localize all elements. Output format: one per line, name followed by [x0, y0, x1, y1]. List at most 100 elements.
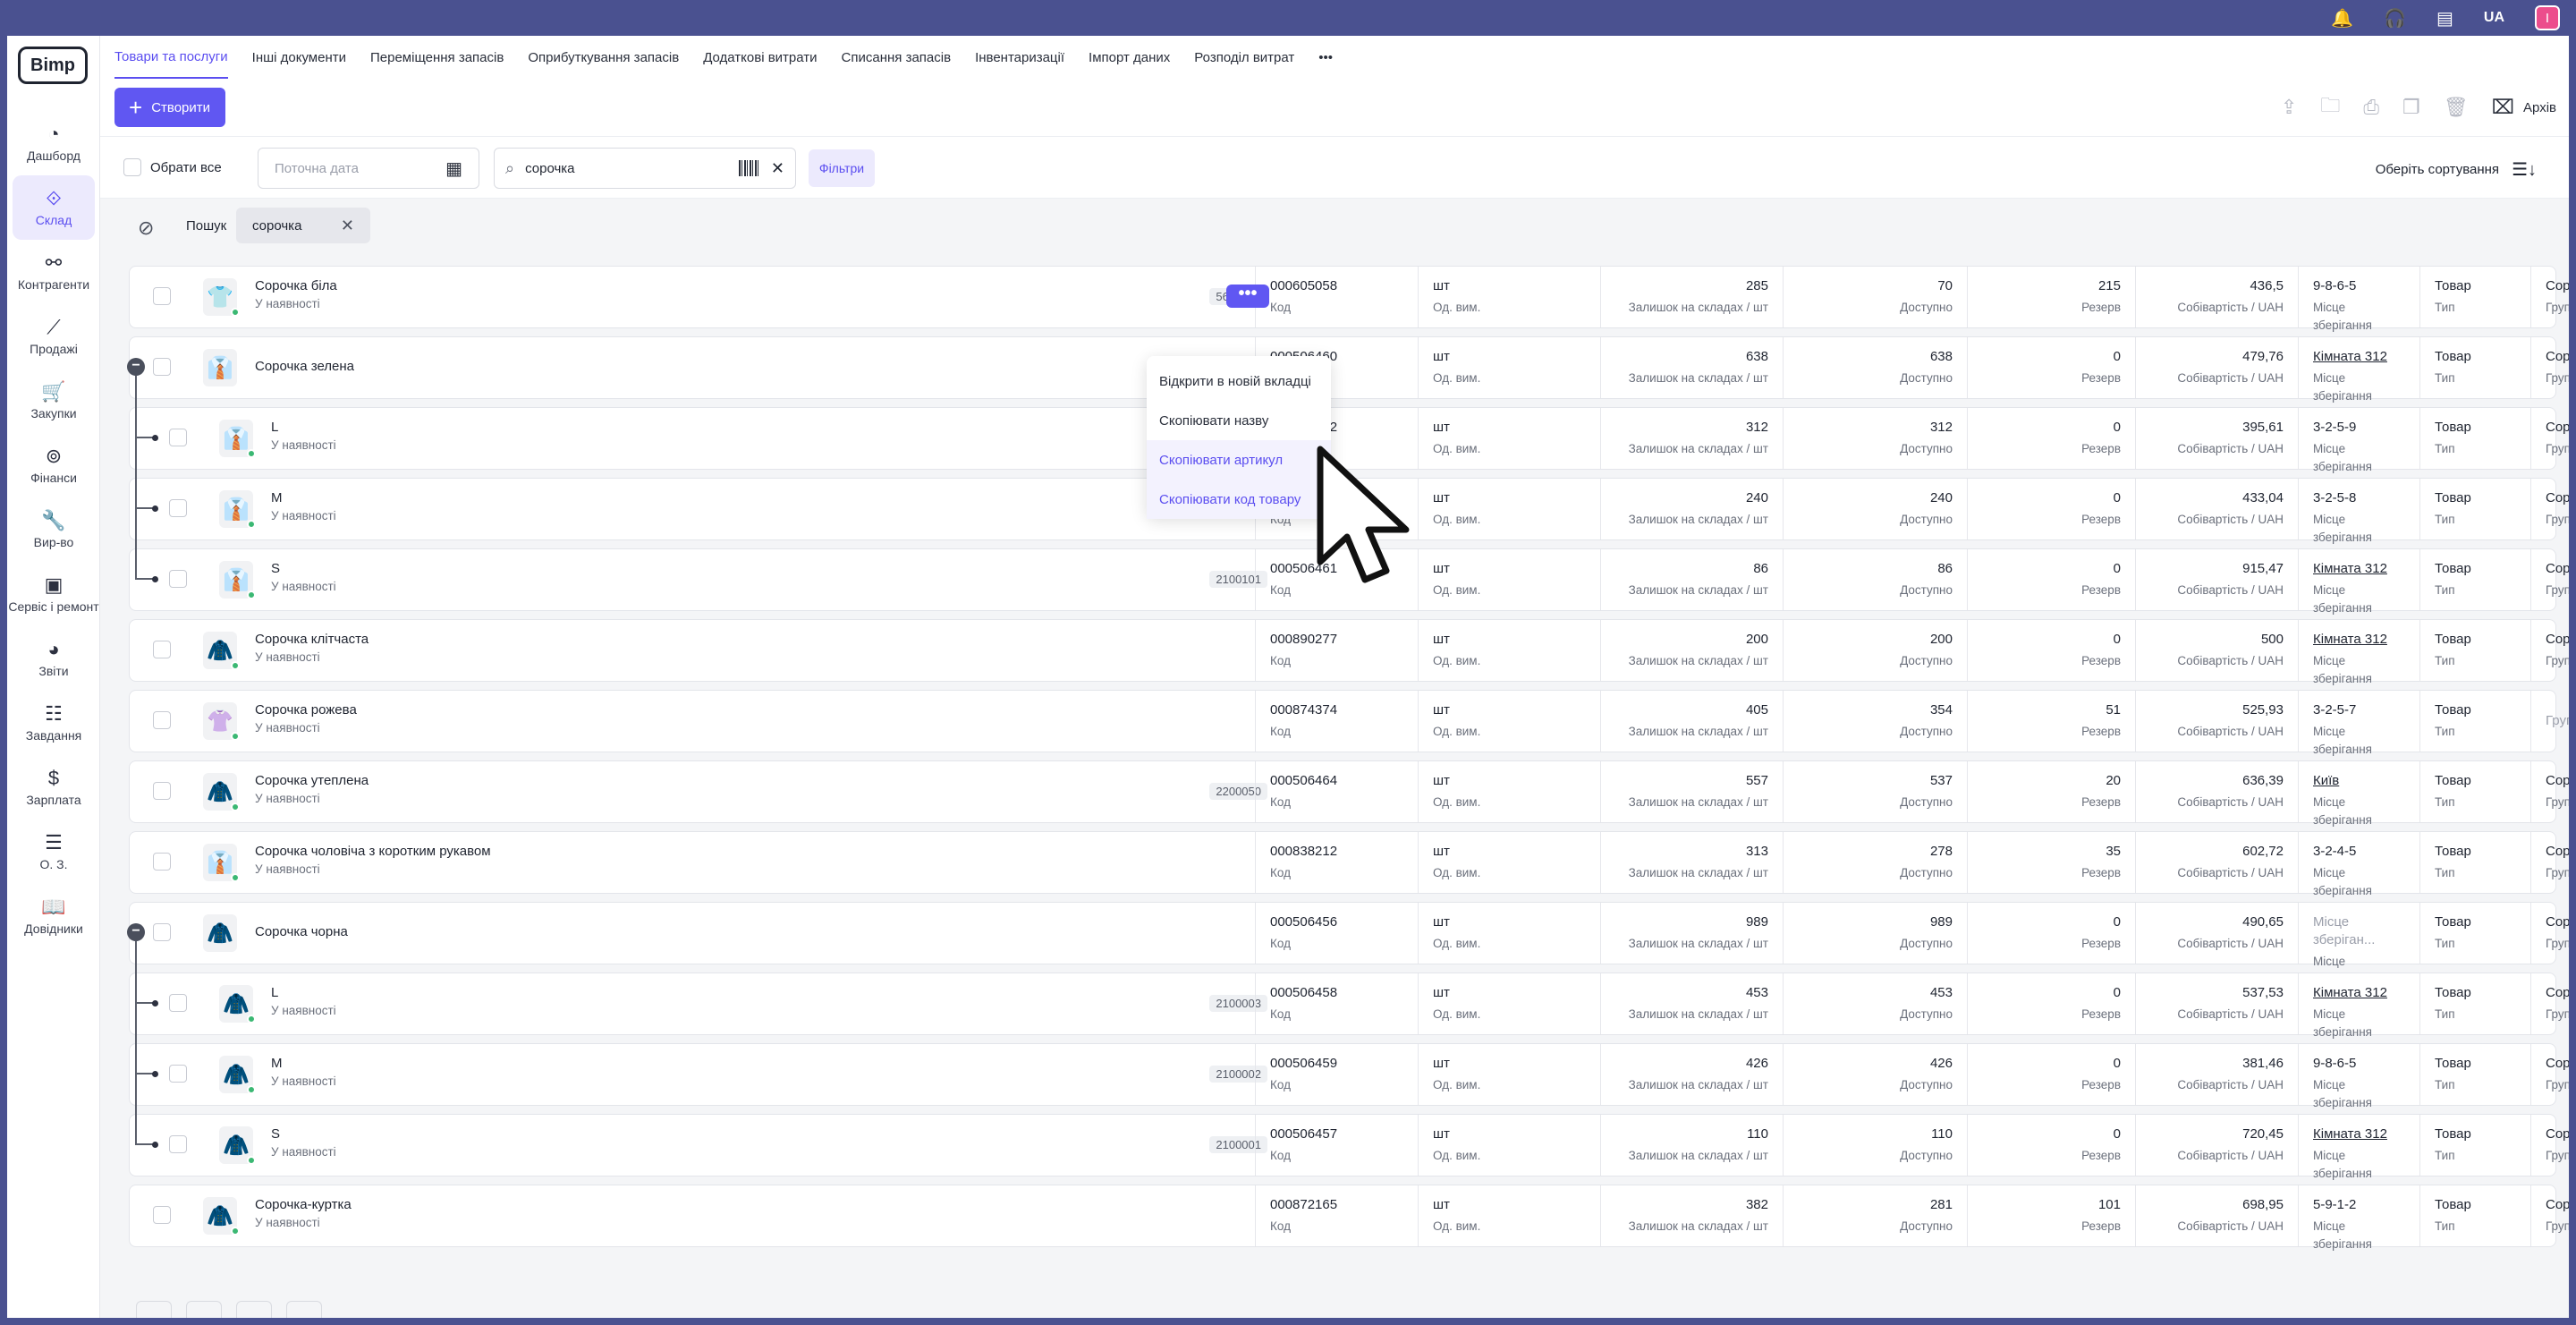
row-checkbox[interactable]: [153, 782, 171, 800]
row-checkbox[interactable]: [169, 994, 187, 1012]
context-menu-item[interactable]: Відкрити в новій вкладці: [1147, 361, 1331, 401]
sidebar-item-3[interactable]: ⟋ Продажі: [7, 304, 100, 369]
row-checkbox[interactable]: [153, 853, 171, 871]
tab-6[interactable]: Інвентаризації: [975, 36, 1064, 79]
filter-chip[interactable]: сорочка ✕: [236, 208, 370, 243]
first-page-button[interactable]: [136, 1301, 172, 1318]
cell-location-value[interactable]: 5-9-1-2: [2313, 1196, 2405, 1214]
trash-icon[interactable]: 🗑: [2444, 96, 2469, 119]
sidebar-item-9[interactable]: ☷ Завдання: [7, 691, 100, 755]
product-name[interactable]: M У наявності: [271, 490, 336, 522]
select-all-checkbox[interactable]: [123, 158, 141, 176]
sidebar-item-4[interactable]: 🛒 Закупки: [7, 369, 100, 433]
sidebar-item-8[interactable]: ◕ Звіти: [7, 626, 100, 691]
table-row[interactable]: 🧥 Сорочка утеплена У наявності 2200050 00050…: [129, 760, 2569, 827]
product-name[interactable]: Сорочка зелена: [255, 359, 354, 374]
product-name[interactable]: Сорочка біла У наявності: [255, 278, 337, 310]
table-row[interactable]: 🧥 S У наявності 2100001 000506457 Код шт Од. ви…: [129, 1114, 2569, 1180]
row-checkbox[interactable]: [169, 429, 187, 446]
cell-location-value[interactable]: Київ: [2313, 772, 2405, 790]
barcode-icon[interactable]: [738, 160, 760, 176]
remove-chip-icon[interactable]: ✕: [341, 217, 354, 235]
logo[interactable]: Bimp: [18, 47, 88, 84]
cell-location-value[interactable]: 3-2-5-9: [2313, 419, 2405, 437]
cell-location-value[interactable]: 9-8-6-5: [2313, 277, 2405, 295]
row-checkbox[interactable]: [169, 1135, 187, 1153]
cell-location-value[interactable]: Кімната 312: [2313, 631, 2405, 649]
avatar[interactable]: I: [2535, 5, 2560, 30]
context-menu-item[interactable]: Скопіювати артикул: [1147, 440, 1331, 480]
cell-location-value[interactable]: Кімната 312: [2313, 348, 2405, 366]
row-checkbox[interactable]: [169, 499, 187, 517]
prev-page-button[interactable]: [186, 1301, 222, 1318]
copy-icon[interactable]: ❐: [2402, 96, 2420, 119]
cell-location-value[interactable]: Кімната 312: [2313, 1125, 2405, 1143]
tab-2[interactable]: Переміщення запасів: [370, 36, 504, 79]
product-name[interactable]: M У наявності: [271, 1056, 336, 1088]
book-icon[interactable]: ▤: [2436, 7, 2453, 30]
cell-location-value[interactable]: 3-2-5-8: [2313, 489, 2405, 507]
cell-location-value[interactable]: 3-2-4-5: [2313, 843, 2405, 861]
product-name[interactable]: Сорочка-куртка У наявності: [255, 1197, 352, 1229]
row-checkbox[interactable]: [169, 570, 187, 588]
clear-icon[interactable]: ✕: [771, 159, 784, 178]
sidebar-item-2[interactable]: ⚯ Контрагенти: [7, 240, 100, 304]
search-input[interactable]: ⌕ сорочка ✕: [494, 148, 796, 189]
sidebar-item-11[interactable]: ☰ О. З.: [7, 820, 100, 884]
select-all[interactable]: Обрати все: [123, 158, 222, 176]
row-actions-button[interactable]: •••: [1226, 285, 1269, 308]
product-name[interactable]: L У наявності: [271, 420, 336, 452]
cell-location-value[interactable]: 3-2-5-7: [2313, 701, 2405, 719]
product-name[interactable]: Сорочка чорна: [255, 924, 348, 939]
context-menu-item[interactable]: Скопіювати назву: [1147, 401, 1331, 440]
archive-button[interactable]: ⌧ Архів: [2492, 96, 2556, 119]
cell-location-value[interactable]: Місце зберіган...: [2313, 913, 2405, 949]
table-row[interactable]: 🧥 Сорочка чорна 000506456 Код шт Од. вим. 989 З…: [129, 902, 2569, 986]
collapse-toggle[interactable]: −: [127, 358, 145, 376]
row-checkbox[interactable]: [169, 1065, 187, 1083]
product-name[interactable]: Сорочка чоловіча з коротким рукавом У ная…: [255, 844, 491, 876]
table-row[interactable]: 🧥 M У наявності 2100002 000506459 Код шт Од. ви…: [129, 1043, 2569, 1109]
tab-8[interactable]: Розподіл витрат: [1194, 36, 1294, 79]
sidebar-item-12[interactable]: 📖 Довідники: [7, 884, 100, 948]
last-page-button[interactable]: [286, 1301, 322, 1318]
sort-selector[interactable]: Оберіть сортування ☰↓: [2376, 158, 2537, 181]
context-menu-item[interactable]: Скопіювати код товару: [1147, 480, 1331, 519]
product-name[interactable]: Сорочка рожева У наявності: [255, 702, 357, 735]
sidebar-item-10[interactable]: $ Зарплата: [7, 755, 100, 820]
date-field[interactable]: Поточна дата ▦: [258, 148, 479, 189]
calendar-icon[interactable]: ▦: [445, 157, 462, 180]
cell-location-value[interactable]: 9-8-6-5: [2313, 1055, 2405, 1073]
table-row[interactable]: 👕Сорочка білаУ наявності5600000000605058…: [129, 266, 2569, 332]
tab-1[interactable]: Інші документи: [252, 36, 346, 79]
filter-off-icon[interactable]: ⊘: [138, 217, 154, 240]
tab-4[interactable]: Додаткові витрати: [703, 36, 817, 79]
product-name[interactable]: L У наявності: [271, 985, 336, 1017]
table-row[interactable]: 👔Сорочка зелена000506460КодштОд. вим.638…: [129, 336, 2569, 403]
table-row[interactable]: 🧥 L У наявності 2100003 000506458 Код шт Од. ви…: [129, 973, 2569, 1039]
export-icon[interactable]: ⇪: [2281, 96, 2297, 119]
tab-5[interactable]: Списання запасів: [842, 36, 952, 79]
next-page-button[interactable]: [236, 1301, 272, 1318]
row-checkbox[interactable]: [153, 358, 171, 376]
row-checkbox[interactable]: [153, 641, 171, 658]
sidebar-item-0[interactable]: ◔ Дашборд: [7, 111, 100, 175]
bell-icon[interactable]: 🔔: [2331, 7, 2353, 30]
sidebar-item-7[interactable]: ▣ Сервіс і ремонт: [7, 562, 100, 626]
sidebar-item-5[interactable]: ⊚ Фінанси: [7, 433, 100, 497]
product-name[interactable]: Сорочка утеплена У наявності: [255, 773, 369, 805]
row-checkbox[interactable]: [153, 287, 171, 305]
sidebar-item-1[interactable]: ⟐ Склад: [13, 175, 95, 240]
table-row[interactable]: 👔 Сорочка чоловіча з коротким рукавом У на…: [129, 831, 2569, 897]
tab-0[interactable]: Товари та послуги: [114, 36, 228, 79]
cell-location-value[interactable]: Кімната 312: [2313, 984, 2405, 1002]
folder-icon[interactable]: 🗀: [2320, 90, 2340, 124]
table-row[interactable]: 👚 Сорочка рожева У наявності 000874374 Код шт…: [129, 690, 2569, 756]
table-row[interactable]: 🧥 Сорочка клітчаста У наявності 000890277 Ко…: [129, 619, 2569, 685]
print-icon[interactable]: ⎙: [2363, 96, 2379, 119]
create-button[interactable]: + Створити: [114, 88, 225, 127]
collapse-toggle[interactable]: −: [127, 923, 145, 941]
row-checkbox[interactable]: [153, 923, 171, 941]
cell-location-value[interactable]: Кімната 312: [2313, 560, 2405, 578]
row-checkbox[interactable]: [153, 711, 171, 729]
